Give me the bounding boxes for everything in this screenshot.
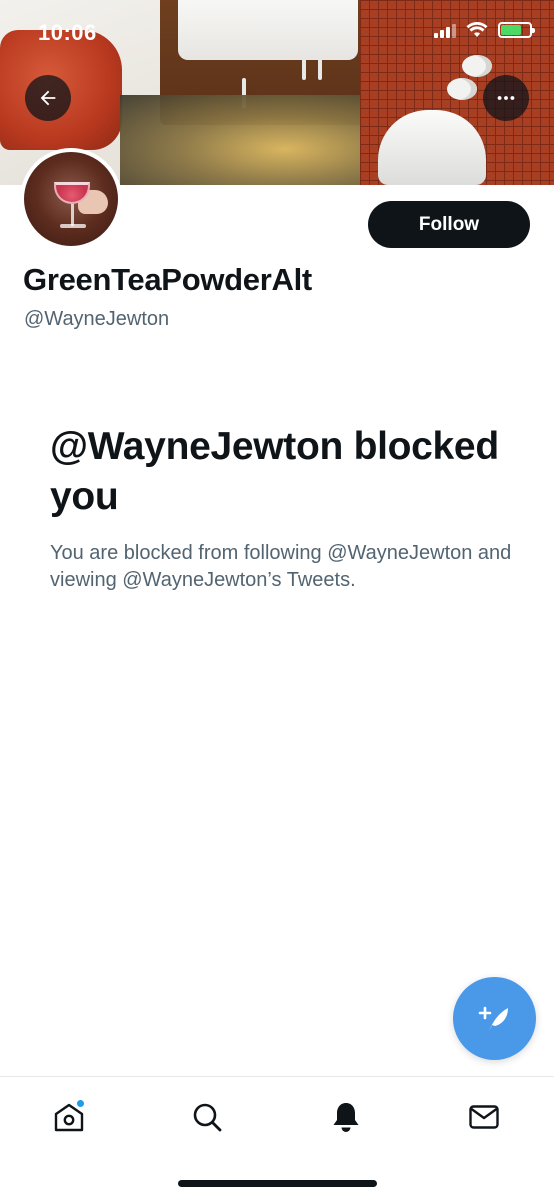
nav-messages[interactable]	[464, 1097, 504, 1137]
compose-tweet-button[interactable]	[453, 977, 536, 1060]
avatar-image	[24, 152, 118, 246]
home-indicator[interactable]	[178, 1180, 377, 1187]
wifi-icon	[466, 22, 488, 37]
avatar-glass-stem	[71, 204, 74, 226]
arrow-left-icon	[40, 90, 56, 106]
mail-icon	[469, 1105, 499, 1129]
blocked-description: You are blocked from following @WayneJew…	[50, 542, 512, 591]
blocked-title: @WayneJewton blocked you	[50, 425, 499, 518]
profile-display-name: GreenTeaPowderAlt	[23, 262, 312, 297]
avatar-glass-base	[60, 224, 86, 228]
banner-toilet-roll	[462, 55, 492, 77]
more-horizontal-icon	[497, 96, 515, 100]
status-icons	[434, 22, 535, 38]
compose-feather-icon	[478, 1006, 508, 1031]
follow-button[interactable]: Follow	[368, 201, 530, 248]
home-badge-dot	[76, 1099, 85, 1108]
banner-sink	[178, 0, 358, 60]
nav-home[interactable]	[49, 1097, 89, 1137]
profile-handle: @WayneJewton	[24, 308, 170, 330]
back-button[interactable]	[25, 75, 71, 121]
battery-icon	[498, 22, 535, 38]
more-button[interactable]	[483, 75, 529, 121]
banner-toilet-roll	[447, 78, 477, 100]
status-time: 10:06	[38, 20, 97, 45]
search-icon	[193, 1103, 222, 1132]
nav-search[interactable]	[187, 1097, 227, 1137]
bell-icon	[333, 1103, 359, 1132]
nav-notifications[interactable]	[326, 1097, 366, 1137]
profile-avatar[interactable]	[20, 148, 122, 250]
cellular-signal-icon	[434, 22, 456, 38]
